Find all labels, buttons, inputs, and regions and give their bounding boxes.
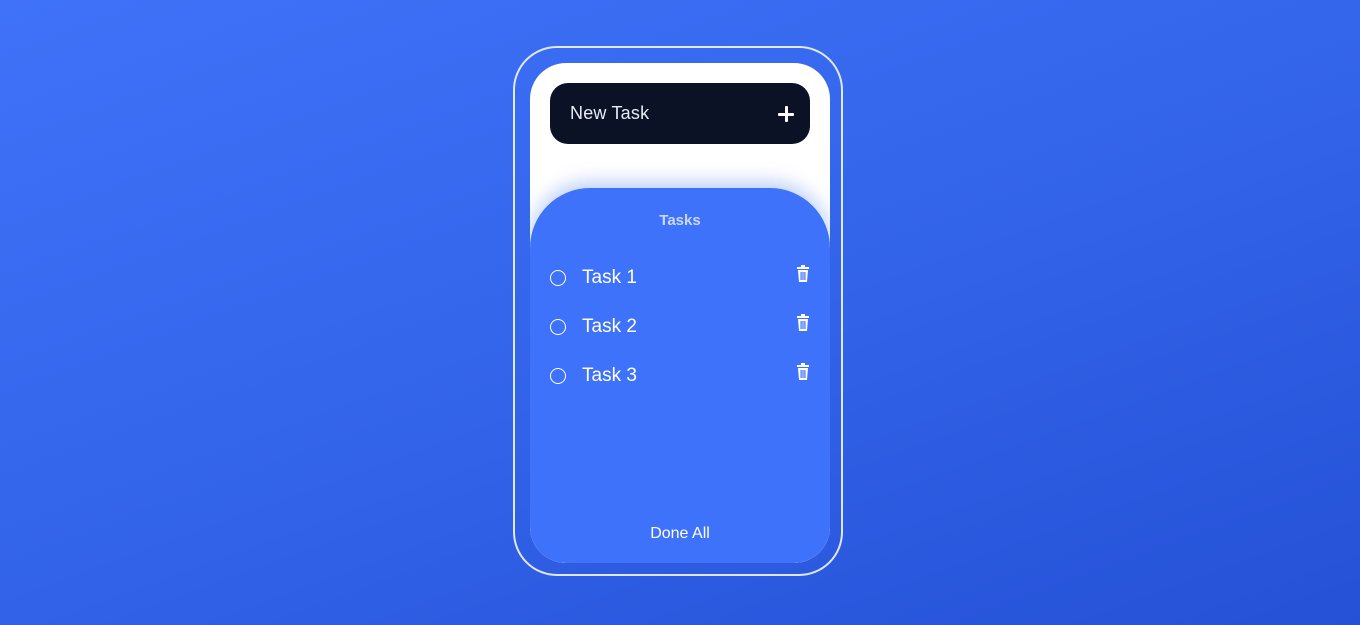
task-label: Task 2 bbox=[582, 315, 637, 337]
phone-screen: New Task Tasks Task 1 Task 2 Task 3 Done… bbox=[530, 63, 830, 563]
trash-icon[interactable] bbox=[796, 265, 810, 283]
task-list: Task 1 Task 2 Task 3 bbox=[550, 253, 810, 400]
trash-icon[interactable] bbox=[796, 314, 810, 332]
task-item: Task 1 bbox=[550, 253, 810, 302]
task-checkbox[interactable] bbox=[550, 318, 566, 335]
task-label: Task 3 bbox=[582, 364, 637, 386]
new-task-button[interactable]: New Task bbox=[550, 83, 810, 144]
task-item: Task 2 bbox=[550, 302, 810, 351]
trash-icon[interactable] bbox=[796, 363, 810, 381]
task-item: Task 3 bbox=[550, 351, 810, 400]
tasks-panel: Tasks Task 1 Task 2 Task 3 Done All bbox=[530, 188, 830, 563]
task-checkbox[interactable] bbox=[550, 367, 566, 384]
task-label: Task 1 bbox=[582, 266, 637, 288]
plus-icon[interactable] bbox=[778, 105, 794, 122]
tasks-title: Tasks bbox=[659, 212, 701, 229]
done-all-button[interactable]: Done All bbox=[530, 525, 830, 543]
task-checkbox[interactable] bbox=[550, 269, 566, 286]
new-task-label: New Task bbox=[570, 103, 650, 123]
